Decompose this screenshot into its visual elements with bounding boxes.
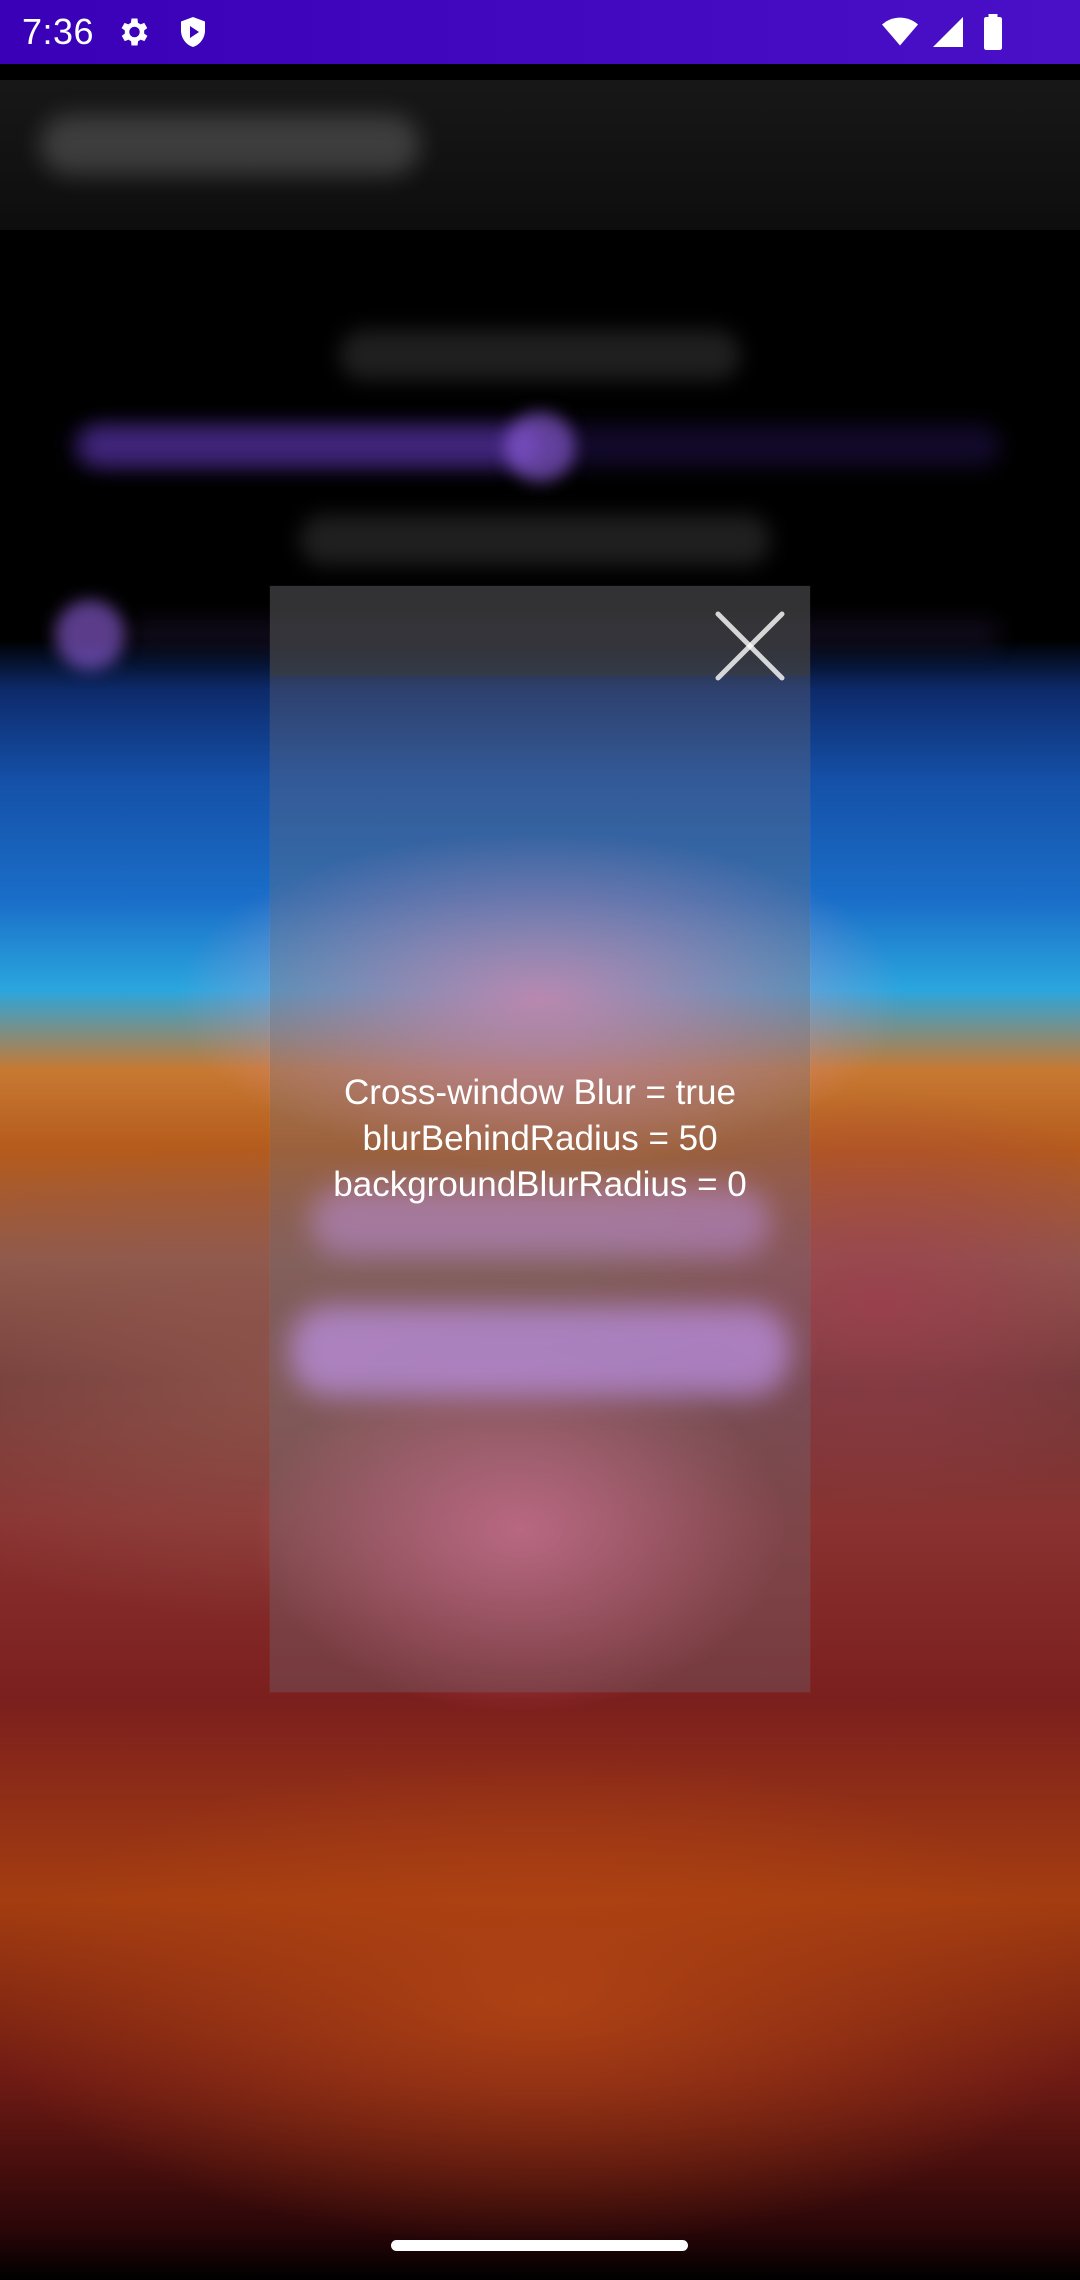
dialog-message: Cross-window Blur = true blurBehindRadiu… (270, 1070, 810, 1208)
blur-behind-radius-text: blurBehindRadius = 50 (362, 1119, 718, 1158)
blurred-slider-fill (80, 425, 540, 467)
shield-icon (181, 17, 205, 47)
battery-icon (984, 14, 1002, 50)
blurred-button-2 (290, 1306, 790, 1396)
close-icon (715, 611, 785, 681)
gesture-nav-handle[interactable] (391, 2240, 688, 2251)
background-blur-radius-text: backgroundBlurRadius = 0 (333, 1165, 747, 1204)
blurred-slider-knob-2 (55, 600, 125, 670)
blurred-label-1 (340, 330, 740, 380)
blur-dialog-window: Cross-window Blur = true blurBehindRadiu… (270, 586, 810, 1692)
status-time: 7:36 (22, 11, 95, 52)
blurred-slider-knob (505, 412, 575, 482)
status-bar: 7:36 (0, 0, 1080, 64)
wifi-icon (882, 17, 918, 46)
settings-gear-icon (121, 18, 148, 46)
blurred-app-title (40, 115, 420, 175)
blurred-label-2 (300, 515, 770, 565)
close-button[interactable] (710, 606, 790, 686)
screen: 7:36 Cross-window Blur = true blurBehind… (0, 0, 1080, 2280)
signal-icon (933, 17, 963, 47)
cross-window-blur-text: Cross-window Blur = true (344, 1073, 736, 1112)
